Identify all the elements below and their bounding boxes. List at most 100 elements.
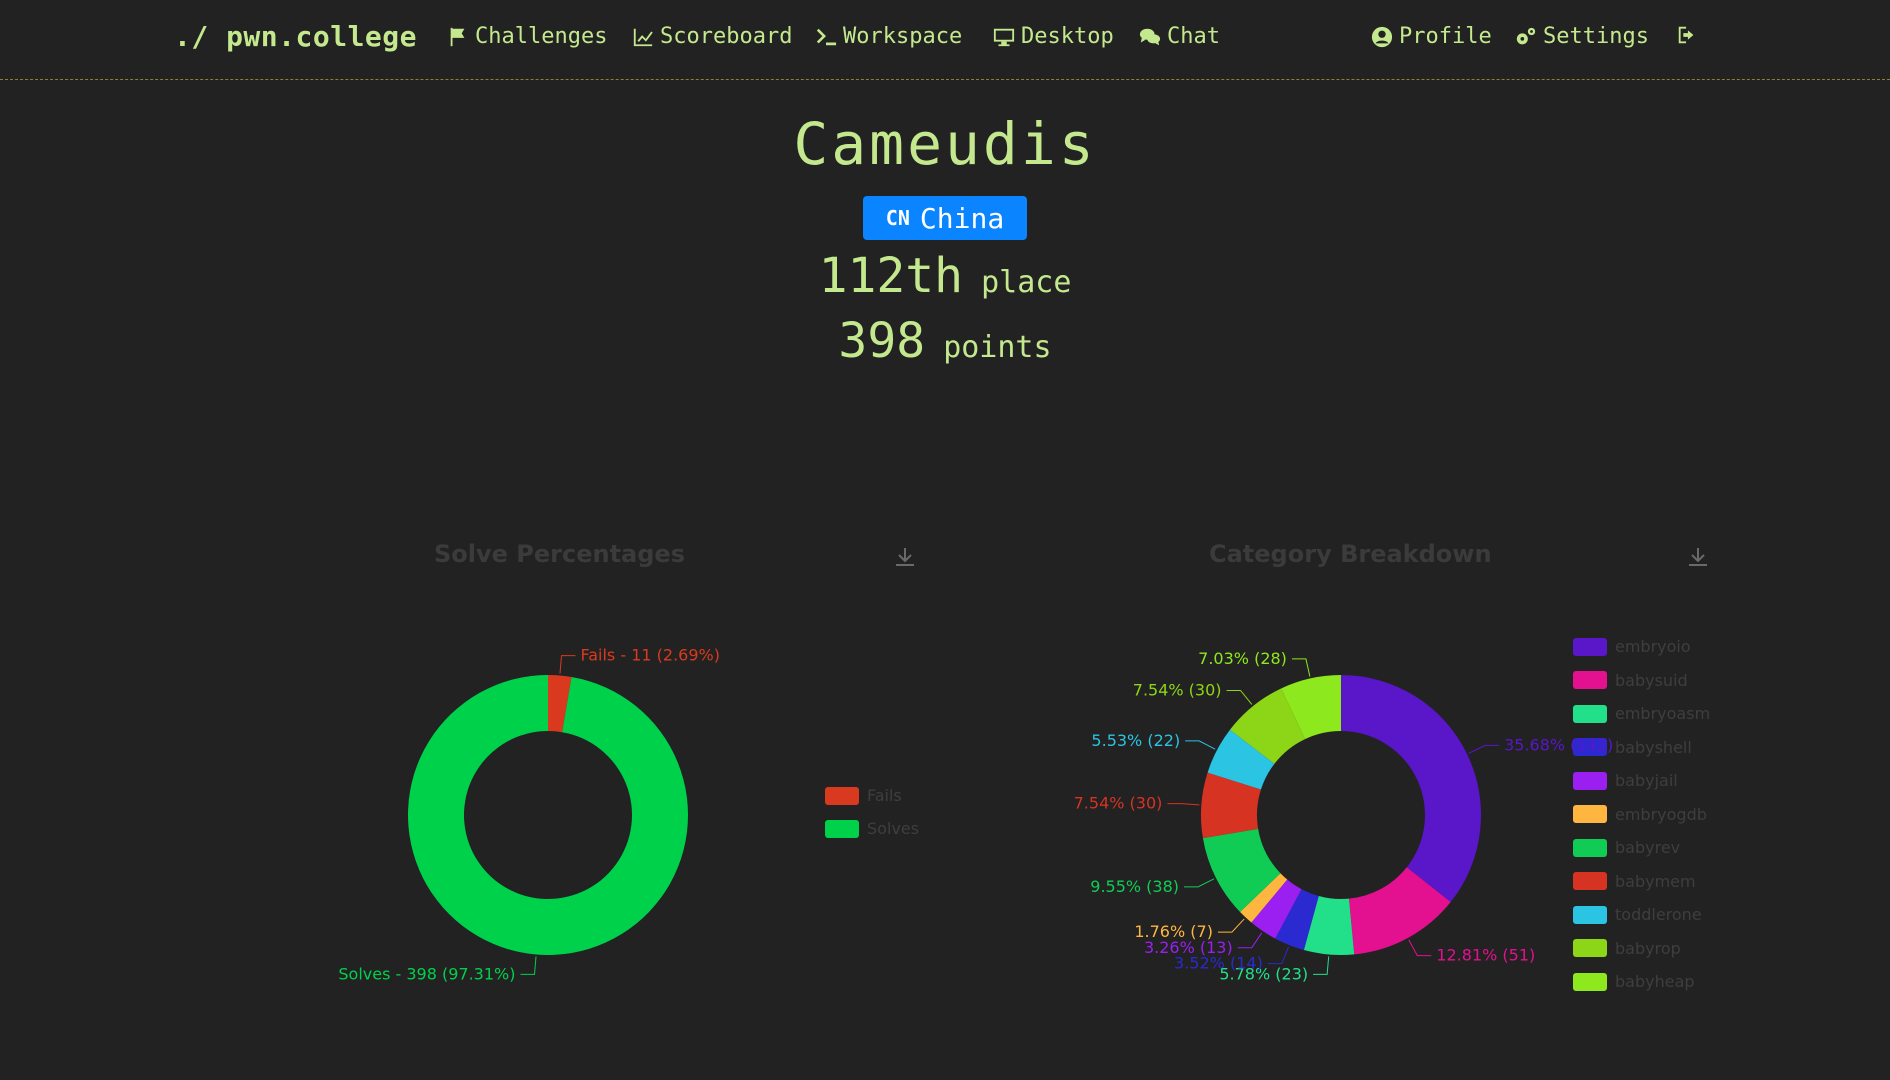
rank-suffix: place: [981, 265, 1072, 300]
nav-challenges[interactable]: Challenges: [447, 24, 607, 49]
legend-item-babyheap[interactable]: babyheap: [1573, 972, 1695, 991]
legend-item-fails[interactable]: Fails: [825, 786, 902, 805]
pie-slice-embryogdb[interactable]: [1240, 873, 1288, 923]
legend-item-embryoio[interactable]: embryoio: [1573, 637, 1691, 656]
points-line: 398 points: [0, 313, 1890, 369]
user-circle-icon: [1371, 26, 1393, 47]
legend-item-embryoasm[interactable]: embryoasm: [1573, 704, 1710, 723]
data-label-embryogdb: 1.76% (7): [1134, 922, 1213, 941]
pie-slice-babyheap[interactable]: [1281, 675, 1341, 740]
rank-value: 112th: [818, 248, 964, 304]
legend-item-babyshell[interactable]: babyshell: [1573, 738, 1692, 757]
legend-label: babyjail: [1615, 771, 1678, 790]
legend-swatch: [1573, 905, 1607, 924]
legend-label: toddlerone: [1615, 905, 1702, 924]
label-leader-line: [520, 956, 537, 975]
legend-swatch: [1573, 637, 1607, 656]
legend-item-babyjail[interactable]: babyjail: [1573, 771, 1678, 790]
username-heading: Cameudis: [793, 110, 1097, 178]
label-leader-line: [1408, 939, 1432, 957]
label-leader-line: [1267, 946, 1289, 965]
pie-slice-fails[interactable]: [548, 675, 572, 733]
data-label-babyheap: 7.03% (28): [1198, 649, 1287, 668]
legend-item-solves[interactable]: Solves: [825, 819, 919, 838]
pie-slice-embryoio[interactable]: [1341, 675, 1481, 903]
comments-icon: [1139, 28, 1161, 45]
label-leader-line: [1291, 658, 1311, 677]
data-label-babyshell: 3.52% (14): [1174, 954, 1263, 973]
nav-desktop-label: Desktop: [1021, 24, 1114, 49]
pie-slice-babymem[interactable]: [1200, 772, 1261, 839]
legend-label: Solves: [867, 819, 920, 838]
points-suffix: points: [943, 330, 1052, 365]
label-leader-line: [1167, 803, 1200, 806]
label-leader-line: [1226, 689, 1253, 705]
data-label-babymem: 7.54% (30): [1074, 794, 1163, 813]
legend-label: embryoio: [1615, 637, 1691, 656]
nav-workspace[interactable]: Workspace: [815, 24, 962, 49]
legend-swatch: [1573, 872, 1607, 890]
pie-slice-solves[interactable]: [408, 675, 688, 956]
desktop-icon: [993, 28, 1015, 46]
pie-slice-embryoasm[interactable]: [1303, 895, 1355, 956]
legend-item-babymem[interactable]: babymem: [1573, 872, 1696, 891]
flag-icon: [450, 27, 465, 46]
nav-scoreboard-label: Scoreboard: [660, 24, 793, 49]
country-badge: CN China: [863, 196, 1027, 240]
label-leader-line: [1237, 932, 1263, 949]
legend-label: babyheap: [1615, 972, 1695, 991]
logout-button[interactable]: [1676, 24, 1698, 46]
legend-label: babyrop: [1615, 938, 1681, 958]
legend-label: embryogdb: [1615, 804, 1707, 824]
legend-swatch: [825, 819, 859, 838]
legend-swatch: [1573, 805, 1607, 823]
legend-item-babyrev[interactable]: babyrev: [1573, 838, 1680, 857]
pie-slice-babyshell[interactable]: [1275, 889, 1319, 950]
download-icon[interactable]: [1686, 545, 1710, 569]
nav-profile[interactable]: Profile: [1371, 24, 1492, 49]
pie-slice-toddlerone[interactable]: [1207, 729, 1275, 790]
legend-swatch: [1573, 939, 1607, 957]
brand-logo[interactable]: ./ pwn.college: [174, 20, 417, 53]
points-value: 398: [838, 313, 926, 369]
data-label-babysuid: 12.81% (51): [1436, 946, 1535, 965]
data-label-toddlerone: 5.53% (22): [1091, 731, 1180, 750]
legend-swatch: [1573, 972, 1607, 991]
legend-item-babysuid[interactable]: babysuid: [1573, 671, 1688, 690]
legend-label: babyshell: [1615, 737, 1692, 757]
data-label-babyjail: 3.26% (13): [1144, 938, 1233, 957]
nav-settings[interactable]: Settings: [1515, 24, 1649, 49]
legend-label: babysuid: [1615, 670, 1688, 690]
pie-slice-babyjail[interactable]: [1251, 879, 1302, 939]
chart-line-icon: [633, 28, 653, 46]
legend-item-babyrop[interactable]: babyrop: [1573, 939, 1681, 958]
nav-profile-label: Profile: [1399, 24, 1492, 49]
legend-swatch: [1573, 738, 1607, 756]
nav-desktop[interactable]: Desktop: [993, 24, 1114, 49]
label-leader-line: [1185, 740, 1216, 750]
data-label-embryoasm: 5.78% (23): [1219, 964, 1308, 983]
navbar: ./ pwn.college Challenges Scoreboard Wor…: [0, 0, 1890, 80]
pie-slice-babysuid[interactable]: [1348, 867, 1451, 955]
legend-label: babyrev: [1615, 838, 1681, 857]
terminal-icon: [816, 28, 837, 45]
label-leader-line: [1184, 878, 1215, 888]
legend-label: Fails: [867, 786, 902, 805]
category-chart-title: Category Breakdown: [1209, 540, 1492, 568]
label-leader-line: [559, 655, 576, 674]
legend-swatch: [1573, 671, 1607, 689]
label-leader-line: [1217, 918, 1245, 933]
legend-item-embryogdb[interactable]: embryogdb: [1573, 805, 1707, 824]
legend-swatch: [825, 786, 859, 805]
nav-scoreboard[interactable]: Scoreboard: [632, 24, 792, 49]
legend-item-toddlerone[interactable]: toddlerone: [1573, 905, 1702, 924]
data-label-babyrev: 9.55% (38): [1090, 877, 1179, 896]
nav-chat[interactable]: Chat: [1139, 24, 1220, 49]
pie-slice-babyrop[interactable]: [1229, 688, 1306, 764]
pie-slice-babyrev[interactable]: [1202, 828, 1281, 913]
data-label-babyrop: 7.54% (30): [1133, 680, 1222, 699]
cogs-icon: [1516, 27, 1536, 44]
solve-chart-title: Solve Percentages: [434, 540, 685, 568]
legend-swatch: [1573, 704, 1607, 723]
download-icon[interactable]: [893, 545, 917, 569]
